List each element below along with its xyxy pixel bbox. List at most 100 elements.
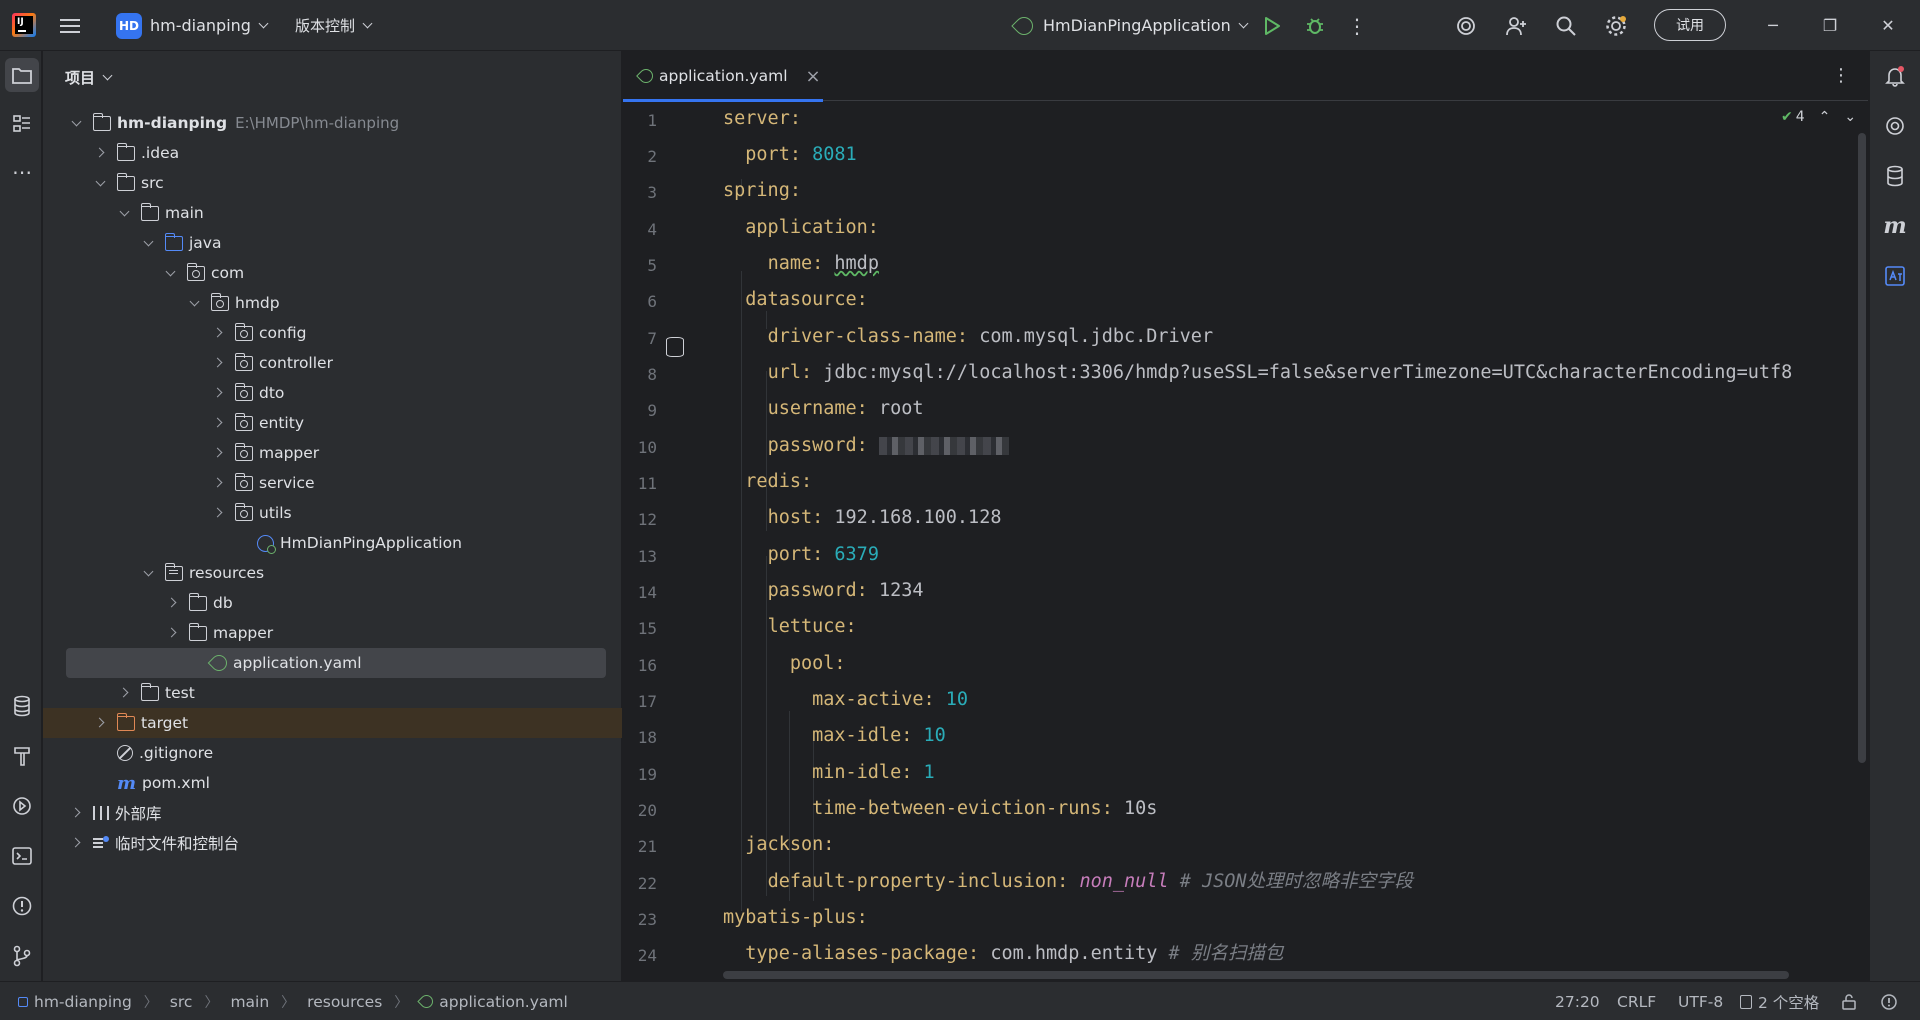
- tree-item-main[interactable]: main: [43, 198, 622, 228]
- tree-item-mapper-resources[interactable]: mapper: [43, 618, 622, 648]
- file-encoding[interactable]: UTF-8: [1678, 982, 1723, 1020]
- close-tab-icon[interactable]: ×: [806, 66, 821, 87]
- editor-tab-bar: application.yaml × ⋮: [623, 51, 1868, 102]
- structure-tool-icon[interactable]: [5, 107, 39, 141]
- tree-item-entity[interactable]: entity: [43, 408, 622, 438]
- editor[interactable]: application.yaml × ⋮ ✔ 4 ⌃ ⌄ 1 2 3 4 5 6 …: [623, 51, 1868, 981]
- problems-icon[interactable]: [5, 889, 39, 923]
- chevron-right-icon[interactable]: [213, 448, 223, 458]
- tree-item-external-libraries[interactable]: 外部库: [43, 798, 622, 828]
- indent-setting[interactable]: 2 个空格: [1740, 982, 1819, 1020]
- more-actions-icon[interactable]: ⋮: [1344, 13, 1370, 39]
- tree-item-com[interactable]: com: [43, 258, 622, 288]
- horizontal-scrollbar[interactable]: [723, 971, 1789, 979]
- ai-assistant-icon[interactable]: [1453, 13, 1479, 39]
- chevron-up-icon[interactable]: ⌃: [1819, 109, 1831, 125]
- chevron-down-icon[interactable]: ⌄: [1844, 109, 1856, 125]
- minimize-icon[interactable]: ─: [1745, 0, 1801, 50]
- tree-item-config[interactable]: config: [43, 318, 622, 348]
- run-config-selector[interactable]: HmDianPingApplication: [1011, 0, 1247, 51]
- tree-item-application-yaml[interactable]: application.yaml: [66, 648, 606, 678]
- breadcrumb-item[interactable]: main: [230, 993, 269, 1011]
- tree-item-src[interactable]: src: [43, 168, 622, 198]
- code-with-me-icon[interactable]: [1503, 13, 1529, 39]
- database-tool-icon[interactable]: [5, 689, 39, 723]
- tree-item-pom-xml[interactable]: m pom.xml: [43, 768, 622, 798]
- git-branch-icon[interactable]: [5, 939, 39, 973]
- database-icon[interactable]: [1878, 159, 1912, 193]
- tree-item-utils[interactable]: utils: [43, 498, 622, 528]
- settings-gear-icon[interactable]: [1603, 13, 1629, 39]
- line-separator[interactable]: CRLF: [1617, 982, 1656, 1020]
- chevron-right-icon[interactable]: [119, 688, 129, 698]
- chevron-right-icon[interactable]: [71, 838, 81, 848]
- tree-item-controller[interactable]: controller: [43, 348, 622, 378]
- breadcrumb-item[interactable]: application.yaml: [439, 993, 568, 1011]
- intellij-logo-icon[interactable]: IJ: [12, 13, 36, 37]
- tree-item-project-root[interactable]: hm-dianping E:\HMDP\hm-dianping: [43, 108, 622, 138]
- chevron-down-icon[interactable]: [71, 118, 81, 128]
- restore-icon[interactable]: ❐: [1802, 0, 1858, 50]
- tree-item-resources[interactable]: resources: [43, 558, 622, 588]
- close-window-icon[interactable]: ✕: [1860, 0, 1916, 50]
- tree-item-test[interactable]: test: [43, 678, 622, 708]
- main-menu-button[interactable]: [60, 0, 80, 51]
- chevron-down-icon[interactable]: [143, 238, 153, 248]
- chevron-right-icon[interactable]: [213, 328, 223, 338]
- chevron-down-icon[interactable]: [95, 178, 105, 188]
- run-icon[interactable]: [1259, 13, 1285, 39]
- breadcrumb-item[interactable]: src: [170, 993, 193, 1011]
- tree-item-java[interactable]: java: [43, 228, 622, 258]
- breadcrumb-item[interactable]: hm-dianping: [34, 993, 132, 1011]
- chevron-down-icon[interactable]: [119, 208, 129, 218]
- project-tool-icon[interactable]: [5, 58, 39, 92]
- tree-item-gitignore[interactable]: .gitignore: [43, 738, 622, 768]
- tree-item-dto[interactable]: dto: [43, 378, 622, 408]
- translate-icon[interactable]: [1878, 259, 1912, 293]
- tree-item-hmdp[interactable]: hmdp: [43, 288, 622, 318]
- debug-icon[interactable]: [1302, 13, 1328, 39]
- chevron-right-icon[interactable]: [167, 628, 177, 638]
- chevron-down-icon[interactable]: [143, 568, 153, 578]
- project-switcher[interactable]: hm-dianping: [150, 0, 267, 51]
- tree-item-scratches[interactable]: 临时文件和控制台: [43, 828, 622, 858]
- ai-chat-icon[interactable]: [1878, 109, 1912, 143]
- tab-application-yaml[interactable]: application.yaml ×: [623, 51, 823, 102]
- maven-icon[interactable]: m: [1878, 209, 1912, 243]
- chevron-right-icon[interactable]: [71, 808, 81, 818]
- search-icon[interactable]: [1553, 13, 1579, 39]
- inspection-widget[interactable]: ✔ 4 ⌃ ⌄: [1781, 109, 1856, 125]
- tree-item-db[interactable]: db: [43, 588, 622, 618]
- tree-item-mapper[interactable]: mapper: [43, 438, 622, 468]
- problems-status-icon[interactable]: [1880, 982, 1898, 1020]
- tab-options-icon[interactable]: ⋮: [1832, 65, 1850, 86]
- chevron-right-icon[interactable]: [213, 388, 223, 398]
- chevron-down-icon[interactable]: [189, 298, 199, 308]
- build-hammer-icon[interactable]: [5, 739, 39, 773]
- chevron-right-icon[interactable]: [95, 148, 105, 158]
- services-tool-icon[interactable]: [5, 789, 39, 823]
- project-panel-title[interactable]: 项目: [65, 67, 111, 88]
- chevron-right-icon[interactable]: [167, 598, 177, 608]
- chevron-right-icon[interactable]: [95, 718, 105, 728]
- notifications-bell-icon[interactable]: [1878, 59, 1912, 93]
- chevron-down-icon[interactable]: [165, 268, 175, 278]
- tree-item-service[interactable]: service: [43, 468, 622, 498]
- caret-position[interactable]: 27:20: [1555, 982, 1600, 1020]
- vcs-menu-button[interactable]: 版本控制: [295, 0, 371, 51]
- chevron-right-icon[interactable]: [213, 418, 223, 428]
- tree-item-target[interactable]: target: [43, 708, 622, 738]
- tree-item-hmdianping-application[interactable]: HmDianPingApplication: [43, 528, 622, 558]
- database-datasource-icon[interactable]: [666, 337, 684, 357]
- chevron-right-icon[interactable]: [213, 358, 223, 368]
- project-badge[interactable]: HD: [116, 13, 142, 39]
- vertical-scrollbar[interactable]: [1858, 133, 1866, 763]
- more-tools-icon[interactable]: ⋯: [5, 155, 39, 189]
- chevron-right-icon[interactable]: [213, 478, 223, 488]
- breadcrumb-item[interactable]: resources: [307, 993, 382, 1011]
- tree-item-idea[interactable]: .idea: [43, 138, 622, 168]
- terminal-icon[interactable]: [5, 839, 39, 873]
- trial-button[interactable]: 试用: [1654, 9, 1726, 41]
- read-only-lock-icon[interactable]: [1840, 982, 1858, 1020]
- chevron-right-icon[interactable]: [213, 508, 223, 518]
